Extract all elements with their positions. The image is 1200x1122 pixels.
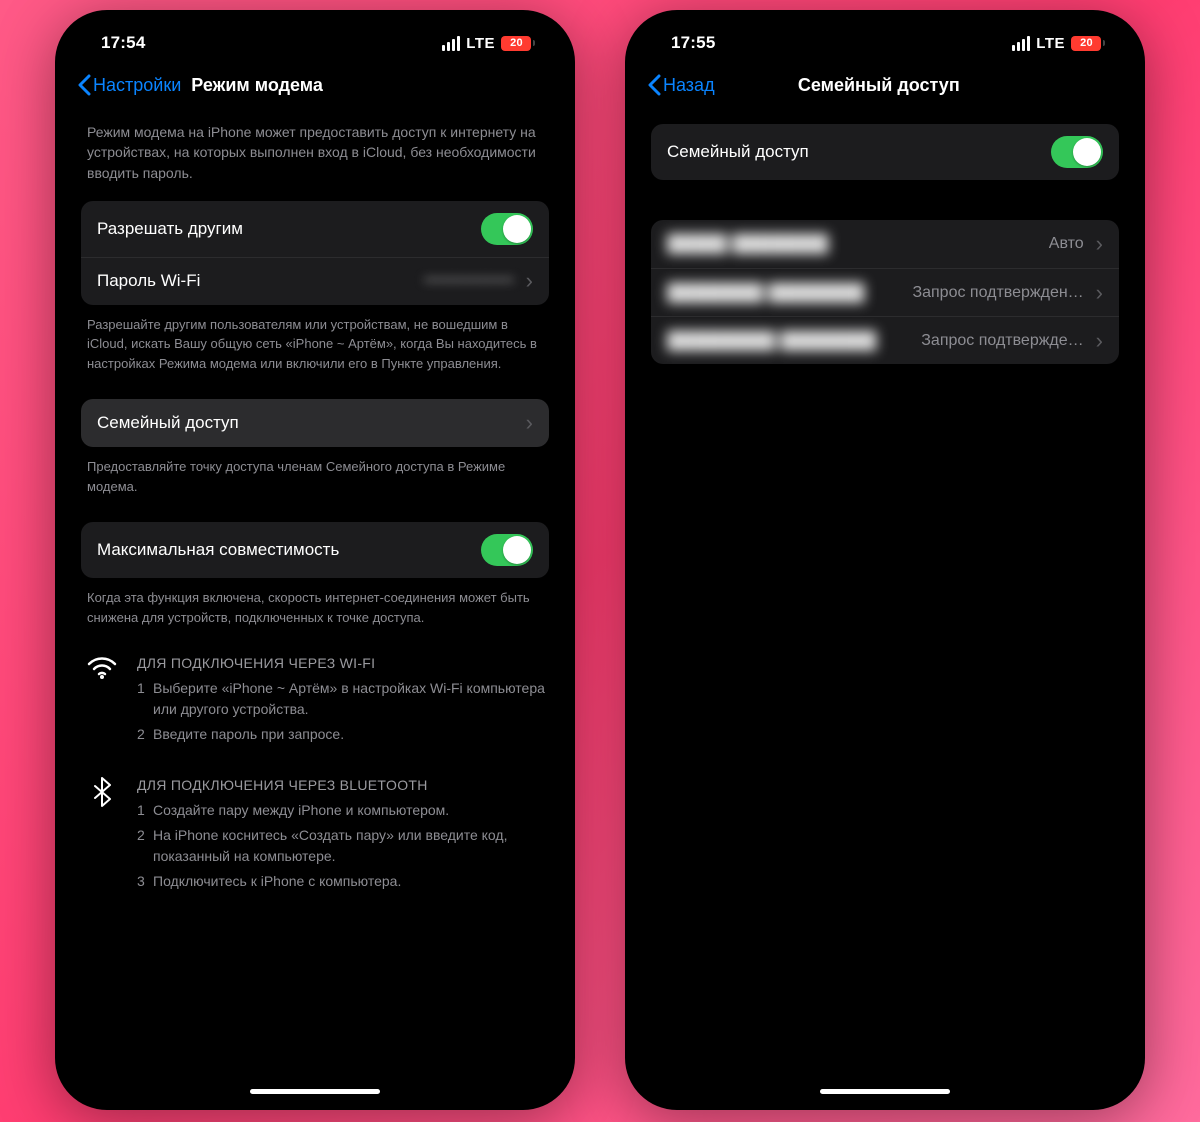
phone-left: 17:54 LTE 20 Настройки Режим модема Режи… <box>55 10 575 1110</box>
bt-instr-step: Создайте пару между iPhone и компьютером… <box>137 800 545 821</box>
member-status: Запрос подтвержден… <box>912 284 1083 302</box>
allow-footer: Разрешайте другим пользователям или устр… <box>81 305 549 374</box>
wifi-instr-step: Введите пароль при запросе. <box>137 724 545 745</box>
group-compat: Максимальная совместимость <box>81 522 549 578</box>
network-label: LTE <box>466 35 495 52</box>
chevron-right-icon: › <box>1096 282 1103 304</box>
row-family-sharing[interactable]: Семейный доступ › <box>81 399 549 447</box>
allow-others-label: Разрешать другим <box>97 219 471 239</box>
back-button[interactable]: Настройки <box>77 74 181 96</box>
instr-bluetooth: ДЛЯ ПОДКЛЮЧЕНИЯ ЧЕРЕЗ BLUETOOTH Создайте… <box>81 775 549 896</box>
group-family: Семейный доступ › <box>81 399 549 447</box>
battery-level: 20 <box>501 36 531 51</box>
battery-level: 20 <box>1071 36 1101 51</box>
family-toggle[interactable] <box>1051 136 1103 168</box>
home-indicator[interactable] <box>820 1089 950 1094</box>
battery-icon: 20 <box>1071 36 1105 51</box>
member-name: ████████ ████████ <box>667 283 864 303</box>
member-name: █████ ████████ <box>667 234 828 254</box>
back-label: Назад <box>663 75 715 96</box>
wifi-password-value: •••••••••••••••• <box>424 272 514 290</box>
battery-icon: 20 <box>501 36 535 51</box>
wifi-icon <box>85 653 119 749</box>
family-label: Семейный доступ <box>97 413 514 433</box>
row-wifi-password[interactable]: Пароль Wi-Fi •••••••••••••••• › <box>81 257 549 305</box>
group-members: █████ ████████ Авто › ████████ ████████ … <box>651 220 1119 364</box>
nav-bar: Назад Семейный доступ <box>633 68 1137 106</box>
compat-footer: Когда эта функция включена, скорость инт… <box>81 578 549 627</box>
chevron-left-icon <box>647 74 661 96</box>
intro-text: Режим модема на iPhone может предоставит… <box>81 106 549 201</box>
allow-others-toggle[interactable] <box>481 213 533 245</box>
wifi-instr-head: ДЛЯ ПОДКЛЮЧЕНИЯ ЧЕРЕЗ WI-FI <box>137 653 545 674</box>
family-toggle-label: Семейный доступ <box>667 142 1041 162</box>
member-status: Авто <box>1049 235 1084 253</box>
compat-label: Максимальная совместимость <box>97 540 471 560</box>
instr-wifi: ДЛЯ ПОДКЛЮЧЕНИЯ ЧЕРЕЗ WI-FI Выберите «iP… <box>81 653 549 749</box>
row-allow-others[interactable]: Разрешать другим <box>81 201 549 257</box>
row-member[interactable]: ████████ ████████ Запрос подтвержден… › <box>651 268 1119 316</box>
row-family-toggle[interactable]: Семейный доступ <box>651 124 1119 180</box>
bluetooth-icon <box>85 775 119 896</box>
bt-instr-head: ДЛЯ ПОДКЛЮЧЕНИЯ ЧЕРЕЗ BLUETOOTH <box>137 775 545 796</box>
member-status: Запрос подтвержде… <box>921 332 1083 350</box>
row-member[interactable]: █████████ ████████ Запрос подтвержде… › <box>651 316 1119 364</box>
status-bar: 17:55 LTE 20 <box>633 18 1137 68</box>
chevron-right-icon: › <box>1096 233 1103 255</box>
compat-toggle[interactable] <box>481 534 533 566</box>
status-time: 17:55 <box>671 33 715 53</box>
bt-instr-step: На iPhone коснитесь «Создать пару» или в… <box>137 825 545 867</box>
group-family-toggle: Семейный доступ <box>651 124 1119 180</box>
group-allow: Разрешать другим Пароль Wi-Fi ••••••••••… <box>81 201 549 305</box>
back-button[interactable]: Назад <box>647 74 715 96</box>
wifi-instr-step: Выберите «iPhone ~ Артём» в настройках W… <box>137 678 545 720</box>
page-title: Семейный доступ <box>719 75 1119 96</box>
row-member[interactable]: █████ ████████ Авто › <box>651 220 1119 268</box>
bt-instr-step: Подключитесь к iPhone с компьютера. <box>137 871 545 892</box>
page-title: Режим модема <box>191 75 549 96</box>
wifi-password-label: Пароль Wi-Fi <box>97 271 414 291</box>
status-bar: 17:54 LTE 20 <box>63 18 567 68</box>
phone-right: 17:55 LTE 20 Назад Семейный доступ Семей… <box>625 10 1145 1110</box>
signal-icon <box>442 36 460 51</box>
nav-bar: Настройки Режим модема <box>63 68 567 106</box>
network-label: LTE <box>1036 35 1065 52</box>
row-max-compat[interactable]: Максимальная совместимость <box>81 522 549 578</box>
chevron-right-icon: › <box>1096 330 1103 352</box>
chevron-right-icon: › <box>526 412 533 434</box>
chevron-right-icon: › <box>526 270 533 292</box>
status-time: 17:54 <box>101 33 145 53</box>
signal-icon <box>1012 36 1030 51</box>
family-footer: Предоставляйте точку доступа членам Семе… <box>81 447 549 496</box>
chevron-left-icon <box>77 74 91 96</box>
member-name: █████████ ████████ <box>667 331 876 351</box>
back-label: Настройки <box>93 75 181 96</box>
home-indicator[interactable] <box>250 1089 380 1094</box>
